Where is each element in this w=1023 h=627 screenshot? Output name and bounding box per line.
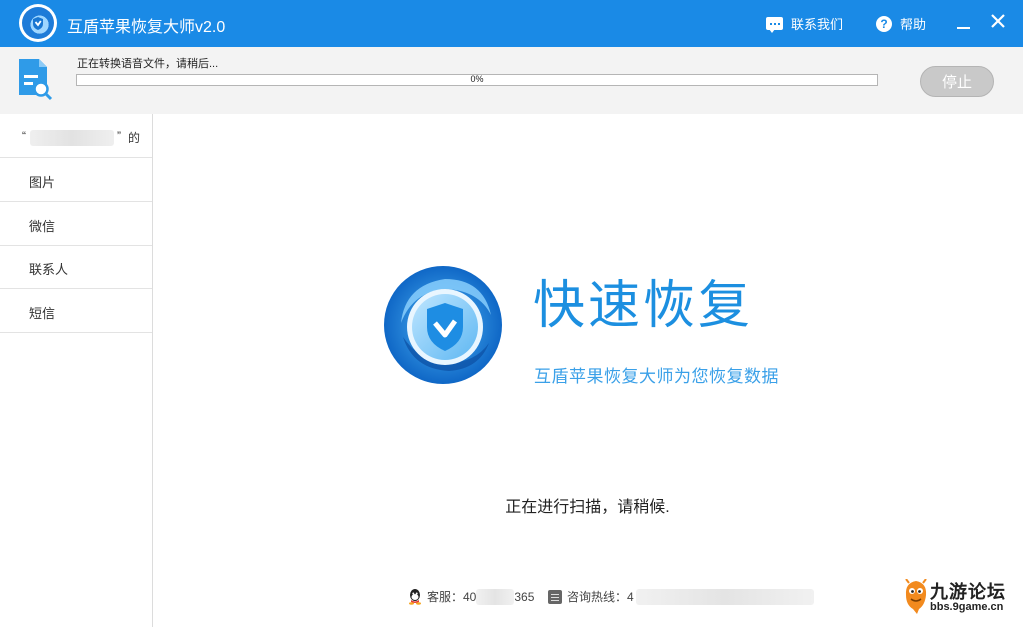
- contact-us-button[interactable]: 联系我们: [766, 14, 843, 33]
- progress-percent: 0%: [470, 74, 484, 84]
- customer-service-info: 客服：40 365: [407, 588, 534, 605]
- scan-status-text: 正在进行扫描，请稍候.: [0, 493, 1023, 517]
- document-search-icon: [19, 59, 53, 101]
- headline: 快速恢复: [533, 277, 754, 335]
- device-name-open-quote: “: [22, 129, 26, 143]
- service-number-redacted: [476, 588, 515, 605]
- scan-status-label: 正在进行扫描，请稍候.: [505, 499, 670, 516]
- sidebar-device-item[interactable]: “ ” 的: [0, 114, 152, 158]
- mascot-icon: [905, 579, 927, 614]
- sidebar: “ ” 的 图片 微信 联系人 短信: [0, 114, 153, 627]
- device-name-suffix: 的: [128, 131, 141, 145]
- service-number-suffix: 365: [514, 589, 535, 604]
- stop-button[interactable]: 停止: [920, 66, 994, 97]
- sidebar-item-wechat[interactable]: 微信: [0, 202, 152, 246]
- device-name-close-quote: ”: [117, 129, 121, 143]
- help-button[interactable]: ? 帮助: [876, 14, 926, 33]
- service-number-prefix: 客服：40: [427, 590, 477, 604]
- progress-status-text: 正在转换语音文件，请稍后...: [77, 58, 219, 70]
- app-logo-icon: [19, 4, 57, 42]
- phone-icon: [548, 589, 562, 604]
- app-window: 互盾苹果恢复大师v2.0 联系我们 ? 帮助 正在转换语音文件，请稍后... 0…: [0, 0, 1023, 627]
- chat-icon: [766, 17, 783, 33]
- app-logo-large-icon: [384, 266, 502, 384]
- sidebar-item-label: 短信: [29, 306, 56, 321]
- minimize-icon[interactable]: [957, 27, 970, 29]
- forum-watermark: 九游论坛 bbs.9game.cn: [903, 577, 1007, 621]
- question-icon: ?: [876, 15, 892, 32]
- qq-icon: [409, 589, 421, 605]
- sidebar-item-label: 联系人: [29, 262, 69, 277]
- task-progress-panel: 正在转换语音文件，请稍后... 0% 停止: [0, 47, 1023, 114]
- hotline-number-redacted: [635, 588, 814, 605]
- sidebar-item-contacts[interactable]: 联系人: [0, 245, 152, 289]
- title-bar: 互盾苹果恢复大师v2.0 联系我们 ? 帮助: [0, 0, 1023, 47]
- sidebar-item-label: 图片: [29, 175, 56, 190]
- hotline-info: 咨询热线：4: [548, 588, 814, 605]
- device-name-redacted: [30, 130, 114, 146]
- close-icon[interactable]: [990, 13, 1006, 29]
- help-label: 帮助: [900, 17, 927, 32]
- sidebar-item-messages[interactable]: 短信: [0, 289, 152, 333]
- watermark-url: bbs.9game.cn: [930, 601, 1004, 613]
- contact-us-label: 联系我们: [791, 17, 844, 32]
- subheadline: 互盾苹果恢复大师为您恢复数据: [534, 367, 779, 386]
- sidebar-item-photos[interactable]: 图片: [0, 158, 152, 202]
- hotline-prefix: 咨询热线：4: [567, 590, 634, 604]
- app-title: 互盾苹果恢复大师v2.0: [67, 19, 226, 36]
- sidebar-item-label: 微信: [29, 219, 56, 234]
- progress-bar: 0%: [76, 74, 878, 86]
